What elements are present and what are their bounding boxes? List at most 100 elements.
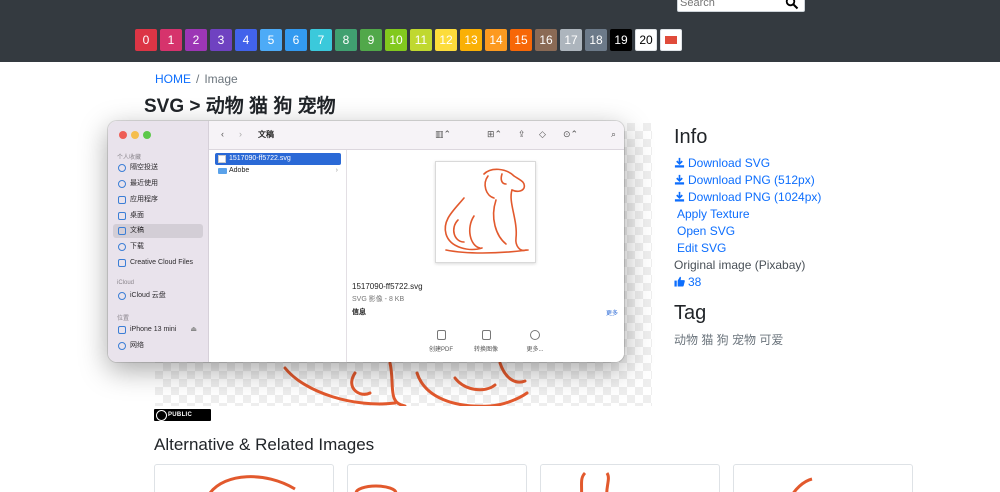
download-png-1024-label: Download PNG (1024px) xyxy=(688,190,822,204)
public-domain-badge[interactable]: PUBLIC DOMAIN xyxy=(154,409,211,430)
create-pdf-action[interactable]: 创建PDF xyxy=(416,330,466,353)
color-swatch-15[interactable]: 15 xyxy=(510,29,532,51)
sidebar-item-label: Creative Cloud Files xyxy=(130,259,194,266)
forward-icon[interactable]: › xyxy=(239,129,242,139)
sidebar-item-desktop[interactable]: 桌面 xyxy=(113,209,203,223)
column-view-icon[interactable]: ▥⌃ xyxy=(435,129,451,140)
color-swatch-14[interactable]: 14 xyxy=(485,29,507,51)
color-swatch-11[interactable]: 11 xyxy=(410,29,432,51)
sidebar-item-label: 下载 xyxy=(130,243,144,250)
search-icon[interactable] xyxy=(785,0,799,10)
file-row-adobe[interactable]: Adobe › xyxy=(215,165,341,177)
more-quick-actions[interactable]: 更多... xyxy=(510,330,560,353)
preview-quick-actions: 创建PDF 转换图像 更多... xyxy=(347,330,624,362)
preview-info-label: 信息 xyxy=(352,309,366,316)
color-swatch-18[interactable]: 18 xyxy=(585,29,607,51)
finder-window-title: 文稿 xyxy=(258,130,274,139)
folder-icon xyxy=(118,259,126,267)
color-swatch-12[interactable]: 12 xyxy=(435,29,457,51)
airdrop-icon xyxy=(118,164,126,172)
folder-icon xyxy=(218,168,227,174)
sidebar-item-downloads[interactable]: 下载 xyxy=(113,240,203,254)
phone-icon xyxy=(118,326,126,334)
edit-svg-link[interactable]: Edit SVG xyxy=(674,240,821,257)
info-heading: Info xyxy=(674,126,708,148)
color-swatch-20[interactable]: 20 xyxy=(635,29,657,51)
finder-window[interactable]: 个人收藏 隔空投送 最近使用 应用程序 桌面 文稿 下载 Creative Cl… xyxy=(108,121,624,362)
pdf-icon xyxy=(436,330,446,340)
sidebar-item-label: 最近使用 xyxy=(130,180,158,187)
color-swatch-10[interactable]: 10 xyxy=(385,29,407,51)
minimize-window-button[interactable] xyxy=(131,131,139,139)
related-thumb-image xyxy=(208,475,296,492)
sidebar-item-recents[interactable]: 最近使用 xyxy=(113,177,203,191)
sidebar-item-network[interactable]: 网络 xyxy=(113,339,203,353)
color-swatch-19[interactable]: 19 xyxy=(610,29,632,51)
sidebar-item-creative-cloud[interactable]: Creative Cloud Files xyxy=(113,256,203,270)
color-swatch-0[interactable]: 0 xyxy=(135,29,157,51)
sidebar-item-iphone[interactable]: iPhone 13 mini ⏏ xyxy=(113,323,203,337)
eject-icon[interactable]: ⏏ xyxy=(190,323,197,337)
original-image-source[interactable]: Original image (Pixabay) xyxy=(674,257,821,274)
preview-more-link[interactable]: 更多 xyxy=(606,308,618,317)
color-swatch-9[interactable]: 9 xyxy=(360,29,382,51)
download-png-512-link[interactable]: Download PNG (512px) xyxy=(674,172,821,189)
sidebar-item-documents[interactable]: 文稿 xyxy=(113,224,203,238)
group-icon[interactable]: ⊞⌃ xyxy=(487,129,502,140)
finder-file-list: 1517090-ff5722.svg Adobe › xyxy=(209,150,347,362)
sidebar-section-icloud: iCloud xyxy=(117,280,135,286)
color-swatch-16[interactable]: 16 xyxy=(535,29,557,51)
window-controls xyxy=(119,131,155,139)
color-swatch-8[interactable]: 8 xyxy=(335,29,357,51)
zoom-window-button[interactable] xyxy=(143,131,151,139)
related-thumb-2[interactable] xyxy=(347,464,527,492)
preview-file-meta: SVG 影像 - 8 KB xyxy=(352,296,405,303)
tag-icon[interactable]: ◇ xyxy=(539,129,546,140)
search-box[interactable] xyxy=(677,0,805,12)
file-row-svg[interactable]: 1517090-ff5722.svg xyxy=(215,153,341,165)
finder-preview-pane: 1517090-ff5722.svg SVG 影像 - 8 KB 信息 更多 创… xyxy=(347,150,624,362)
sidebar-section-favorites: 个人收藏 xyxy=(117,155,142,161)
action-label: 更多... xyxy=(526,347,544,353)
apply-texture-link[interactable]: Apply Texture xyxy=(674,206,821,223)
open-svg-link[interactable]: Open SVG xyxy=(674,223,821,240)
related-thumb-image xyxy=(580,471,610,492)
like-button[interactable]: 38 xyxy=(674,274,821,291)
download-png-1024-link[interactable]: Download PNG (1024px) xyxy=(674,189,821,206)
close-window-button[interactable] xyxy=(119,131,127,139)
more-actions-icon[interactable]: ⊙⌃ xyxy=(563,129,578,140)
convert-image-action[interactable]: 转换图像 xyxy=(461,330,511,353)
language-flag-icon[interactable] xyxy=(660,29,682,51)
color-swatch-6[interactable]: 6 xyxy=(285,29,307,51)
related-thumb-4[interactable] xyxy=(733,464,913,492)
share-icon[interactable]: ⇪ xyxy=(518,129,526,140)
search-input[interactable] xyxy=(680,0,780,10)
page-title: SVG > 动物 猫 狗 宠物 xyxy=(144,96,336,117)
color-swatch-17[interactable]: 17 xyxy=(560,29,582,51)
file-name: 1517090-ff5722.svg xyxy=(229,155,291,162)
back-icon[interactable]: ‹ xyxy=(221,129,224,139)
sidebar-section-locations: 位置 xyxy=(117,316,130,322)
sidebar-item-label: 隔空投送 xyxy=(130,164,158,171)
tag-list[interactable]: 动物 猫 狗 宠物 可爱 xyxy=(674,331,783,348)
sidebar-item-icloud-drive[interactable]: iCloud 云盘 xyxy=(113,289,203,303)
sidebar-item-airdrop[interactable]: 隔空投送 xyxy=(113,161,203,175)
color-swatch-3[interactable]: 3 xyxy=(210,29,232,51)
like-count: 38 xyxy=(688,275,702,289)
color-swatch-5[interactable]: 5 xyxy=(260,29,282,51)
color-swatch-1[interactable]: 1 xyxy=(160,29,182,51)
related-thumb-3[interactable] xyxy=(540,464,720,492)
color-swatch-7[interactable]: 7 xyxy=(310,29,332,51)
color-swatch-13[interactable]: 13 xyxy=(460,29,482,51)
related-thumb-image xyxy=(354,484,398,492)
related-images-heading: Alternative & Related Images xyxy=(154,435,375,454)
related-thumb-1[interactable] xyxy=(154,464,334,492)
breadcrumb-home-link[interactable]: HOME xyxy=(155,72,191,86)
color-swatch-4[interactable]: 4 xyxy=(235,29,257,51)
sidebar-item-applications[interactable]: 应用程序 xyxy=(113,193,203,207)
more-icon xyxy=(530,330,540,340)
sidebar-item-label: iCloud 云盘 xyxy=(130,292,166,299)
search-icon[interactable]: ⌕ xyxy=(611,129,616,140)
download-svg-link[interactable]: Download SVG xyxy=(674,155,821,172)
color-swatch-2[interactable]: 2 xyxy=(185,29,207,51)
